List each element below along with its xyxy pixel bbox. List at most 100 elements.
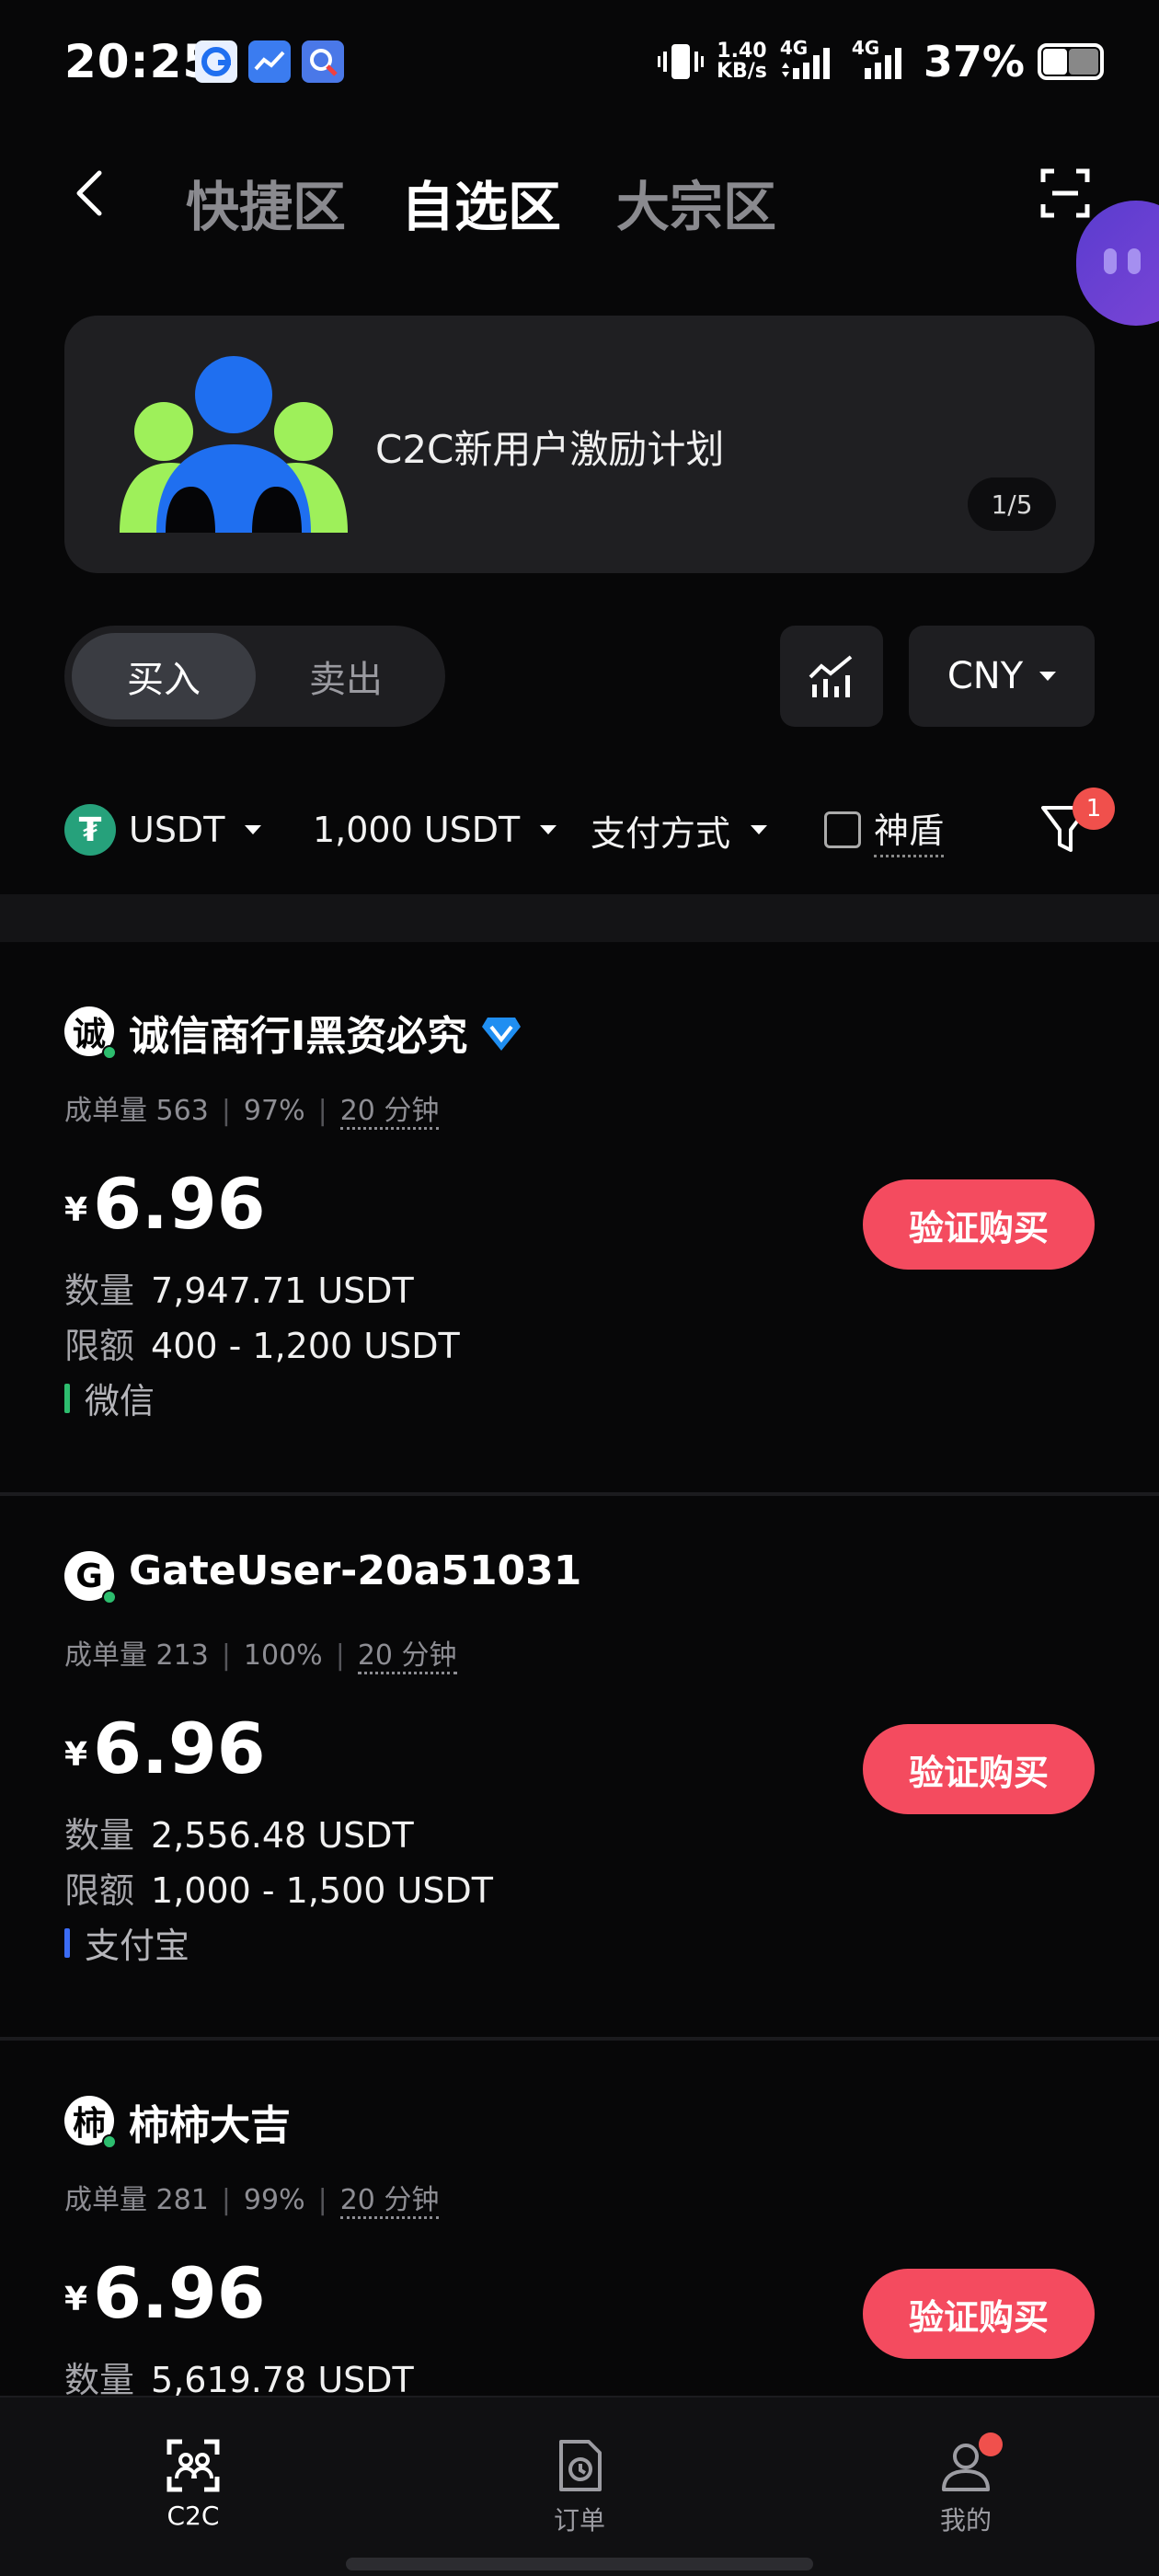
- merchant-name[interactable]: 诚信商行I黑资必究: [129, 1003, 467, 1062]
- shield-filter[interactable]: 神盾: [824, 802, 945, 857]
- chevron-down-icon: [751, 825, 768, 834]
- merchant-stats: 成单量 563 | 97% | 20 分钟: [64, 1087, 440, 1130]
- notification-dot: [979, 2432, 1003, 2456]
- buy-tab[interactable]: 买入: [72, 633, 256, 719]
- app-notification-icon: [195, 40, 237, 83]
- limit-value: 400 - 1,200 USDT: [151, 1326, 460, 1366]
- completion-rate: 97%: [243, 1095, 305, 1127]
- banner-page-indicator: 1/5: [968, 477, 1056, 531]
- payment-method-label: 支付宝: [85, 1926, 190, 1966]
- quantity-value: 7,947.71 USDT: [151, 1271, 414, 1311]
- verify-buy-button[interactable]: 验证购买: [863, 1724, 1095, 1814]
- status-indicators: 1.40 KB/s 4G 4G 37%: [657, 37, 1104, 86]
- filter-bar: ₮ USDT 1,000 USDT 支付方式 神盾 1: [64, 788, 1122, 857]
- status-time: 20:25: [64, 35, 216, 88]
- c2c-icon: [166, 2439, 220, 2492]
- filter-count-badge: 1: [1073, 788, 1115, 830]
- online-status-dot: [102, 1590, 117, 1604]
- shield-label: 神盾: [874, 802, 945, 857]
- quantity-row: 数量 2,556.48 USDT: [64, 1807, 414, 1857]
- asset-filter[interactable]: ₮ USDT: [64, 802, 262, 857]
- online-status-dot: [102, 1045, 117, 1060]
- chevron-down-icon: [245, 825, 262, 834]
- app-search-icon: [302, 40, 344, 83]
- buy-sell-toggle: 买入 卖出: [64, 626, 445, 727]
- limit-value: 1,000 - 1,500 USDT: [151, 1870, 493, 1911]
- nav-orders[interactable]: 订单: [506, 2438, 653, 2537]
- bubble-eye-left: [1104, 248, 1117, 274]
- status-bar: 20:25 1.40 KB/s 4G 4G 37%: [0, 0, 1159, 129]
- home-indicator[interactable]: [346, 2558, 813, 2570]
- chevron-down-icon: [1039, 672, 1057, 681]
- limit-row: 限额 400 - 1,200 USDT: [64, 1317, 460, 1368]
- quantity-label: 数量: [64, 1271, 135, 1311]
- verified-diamond-icon: [482, 1018, 521, 1051]
- limit-label: 限额: [64, 1326, 135, 1366]
- price: ¥6.96: [64, 1708, 266, 1789]
- promo-banner[interactable]: C2C新用户激励计划 1/5: [64, 316, 1095, 573]
- sell-tab[interactable]: 卖出: [254, 633, 438, 719]
- payment-time[interactable]: 20 分钟: [357, 1639, 457, 1674]
- speed-unit: KB/s: [716, 60, 767, 83]
- nav-orders-label: 订单: [553, 2505, 605, 2536]
- amount-filter[interactable]: 1,000 USDT: [313, 802, 557, 857]
- battery-percent: 37%: [923, 37, 1025, 86]
- battery-icon: [1038, 43, 1104, 80]
- top-header: 快捷区 自选区 大宗区: [0, 147, 1159, 239]
- shield-checkbox[interactable]: [824, 811, 861, 848]
- nav-profile[interactable]: 我的: [892, 2432, 1039, 2537]
- network-type-1: 4G: [779, 37, 809, 59]
- banner-title: C2C新用户激励计划: [375, 427, 725, 472]
- payment-filter[interactable]: 支付方式: [591, 802, 768, 857]
- quantity-label: 数量: [64, 2360, 135, 2396]
- zone-tabs: 快捷区 自选区 大宗区: [186, 164, 776, 241]
- nav-c2c[interactable]: C2C: [120, 2438, 267, 2531]
- scan-icon[interactable]: [1039, 167, 1091, 219]
- price-value: 6.96: [93, 1708, 266, 1789]
- currency-label: CNY: [947, 655, 1024, 697]
- bubble-eye-right: [1128, 248, 1141, 274]
- currency-symbol: ¥: [64, 2281, 88, 2318]
- merchant-name[interactable]: GateUser-20a51031: [129, 1547, 581, 1594]
- merchant-stats: 成单量 213 | 100% | 20 分钟: [64, 1632, 457, 1674]
- price: ¥6.96: [64, 1163, 266, 1245]
- tab-bulk-zone[interactable]: 大宗区: [616, 164, 776, 241]
- limit-label: 限额: [64, 1870, 135, 1911]
- order-icon: [559, 2440, 602, 2491]
- verify-buy-button[interactable]: 验证购买: [863, 2269, 1095, 2359]
- payment-time[interactable]: 20 分钟: [339, 2184, 440, 2219]
- orders-count: 213: [155, 1639, 209, 1672]
- quantity-value: 2,556.48 USDT: [151, 1815, 414, 1856]
- merchant-stats: 成单量 281 | 99% | 20 分钟: [64, 2177, 440, 2219]
- listing-card: 诚 诚信商行I黑资必究 成单量 563 | 97% | 20 分钟 ¥6.96 验证购买…: [0, 951, 1159, 1496]
- orders-label: 成单量: [64, 1639, 147, 1672]
- tab-favorites-zone[interactable]: 自选区: [401, 164, 561, 241]
- orders-count: 563: [155, 1095, 209, 1127]
- completion-rate: 100%: [243, 1639, 323, 1672]
- price: ¥6.96: [64, 2252, 266, 2334]
- signal-1-icon: 4G: [779, 37, 839, 83]
- currency-selector[interactable]: CNY: [909, 626, 1095, 727]
- chart-icon: [809, 655, 853, 697]
- vibrate-icon: [657, 44, 704, 79]
- back-arrow-icon[interactable]: [64, 166, 120, 221]
- price-chart-button[interactable]: [780, 626, 883, 727]
- payment-method: 微信: [64, 1373, 155, 1423]
- completion-rate: 99%: [243, 2184, 305, 2216]
- online-status-dot: [102, 2134, 117, 2149]
- payment-time[interactable]: 20 分钟: [339, 1095, 440, 1130]
- merchant-name[interactable]: 柿柿大吉: [129, 2092, 291, 2151]
- payment-filter-label: 支付方式: [591, 812, 731, 854]
- tab-quick-zone[interactable]: 快捷区: [186, 164, 346, 241]
- quantity-row: 数量 7,947.71 USDT: [64, 1262, 414, 1313]
- payment-method-label: 微信: [85, 1381, 155, 1421]
- status-app-icons: [195, 40, 344, 83]
- verify-buy-button[interactable]: 验证购买: [863, 1179, 1095, 1270]
- usdt-logo-icon: ₮: [64, 804, 116, 856]
- network-speed: 1.40 KB/s: [717, 41, 767, 82]
- asset-filter-label: USDT: [129, 810, 225, 850]
- quantity-row: 数量 5,619.78 USDT: [64, 2352, 414, 2396]
- orders-count: 281: [155, 2184, 209, 2216]
- orders-label: 成单量: [64, 1095, 147, 1127]
- price-value: 6.96: [93, 2252, 266, 2334]
